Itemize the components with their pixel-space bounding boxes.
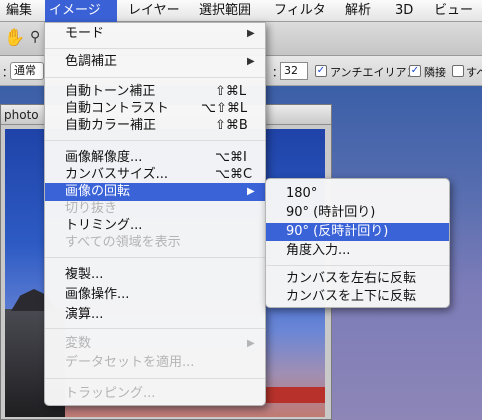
all-layers-label: すべ xyxy=(466,66,482,79)
menu-item-apply-dataset: データセットを適用... xyxy=(65,355,195,370)
hand-tool-icon[interactable]: ✋ xyxy=(4,28,25,48)
antialias-checkbox[interactable]: ✓ xyxy=(315,65,327,77)
menu-item-mode[interactable]: モード ▶ xyxy=(45,25,265,43)
menu-separator xyxy=(45,257,265,258)
menu-item-crop: 切り抜き xyxy=(65,201,118,216)
menu-item-image-size[interactable]: 画像解像度... ⌥⌘I xyxy=(45,149,265,167)
menu-item-adjustments[interactable]: 色調補正 ▶ xyxy=(45,53,265,71)
tolerance-input[interactable]: 32 xyxy=(280,62,308,80)
bridge-shape xyxy=(265,387,325,403)
menu-item-apply-image[interactable]: 画像操作... xyxy=(45,286,265,304)
submenu-item-flip-vertical[interactable]: カンバスを上下に反転 xyxy=(266,288,449,306)
menu-filter[interactable]: フィルタ xyxy=(270,0,330,22)
menu-separator xyxy=(45,140,265,141)
menu-separator xyxy=(45,328,265,329)
menu-image[interactable]: イメージ xyxy=(45,0,117,22)
menu-item-auto-tone[interactable]: 自動トーン補正 ⇧⌘L xyxy=(45,83,265,101)
menu-separator xyxy=(266,265,449,266)
menu-bar: 編集 イメージ レイヤー 選択範囲 フィルタ 解析 3D ビュー xyxy=(0,0,482,22)
submenu-item-rotate-90-ccw[interactable]: 90° (反時計回り) xyxy=(266,223,449,241)
blend-mode-select[interactable]: 通常 xyxy=(10,62,44,80)
submenu-item-rotate-180[interactable]: 180° xyxy=(266,185,449,203)
all-layers-checkbox[interactable] xyxy=(452,65,464,77)
menu-item-trap: トラッピング... xyxy=(65,386,156,401)
menu-separator xyxy=(45,48,265,49)
rotate-submenu: 180° 90° (時計回り) 90° (反時計回り) 角度入力... カンバス… xyxy=(265,178,450,308)
menu-item-canvas-size[interactable]: カンバスサイズ... ⌥⌘C xyxy=(45,166,265,184)
menu-item-duplicate[interactable]: 複製... xyxy=(45,266,265,284)
menu-item-calculations[interactable]: 演算... xyxy=(45,306,265,324)
menu-item-image-rotation[interactable]: 画像の回転 ▶ xyxy=(45,183,265,201)
contiguous-label: 隣接 xyxy=(424,66,446,79)
menu-separator xyxy=(45,77,265,78)
menu-item-trim[interactable]: トリミング... xyxy=(45,217,265,235)
contiguous-checkbox[interactable]: ✓ xyxy=(409,65,421,77)
menu-layer[interactable]: レイヤー xyxy=(124,0,184,22)
antialias-label: アンチエイリアス xyxy=(330,66,418,79)
menu-item-auto-contrast[interactable]: 自動コントラスト ⌥⇧⌘L xyxy=(45,100,265,118)
submenu-item-flip-horizontal[interactable]: カンバスを左右に反転 xyxy=(266,270,449,288)
menu-item-variables: 変数 ▶ xyxy=(65,336,255,351)
menu-select[interactable]: 選択範囲 xyxy=(195,0,255,22)
submenu-item-rotate-90-cw[interactable]: 90° (時計回り) xyxy=(266,204,449,222)
image-menu: モード ▶ 色調補正 ▶ 自動トーン補正 ⇧⌘L 自動コントラスト ⌥⇧⌘L 自… xyxy=(44,22,266,406)
menu-edit[interactable]: 編集 xyxy=(2,0,36,22)
menu-item-reveal-all: すべての領域を表示 xyxy=(65,235,181,250)
submenu-item-arbitrary[interactable]: 角度入力... xyxy=(266,242,449,260)
menu-3d[interactable]: 3D xyxy=(391,0,417,22)
menu-separator xyxy=(45,378,265,379)
zoom-tool-icon[interactable]: ⚲ xyxy=(30,29,40,45)
menu-analysis[interactable]: 解析 xyxy=(341,0,375,22)
menu-view[interactable]: ビュー xyxy=(430,0,477,22)
menu-item-auto-color[interactable]: 自動カラー補正 ⇧⌘B xyxy=(45,117,265,135)
